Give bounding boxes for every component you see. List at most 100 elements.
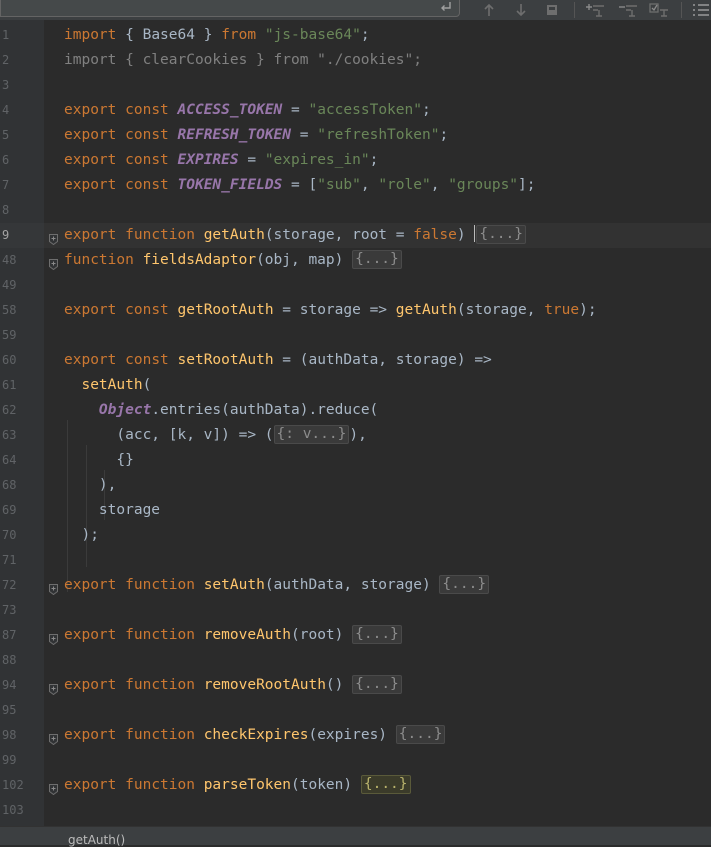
line-number: 61 [2, 378, 17, 392]
line-number: 5 [2, 128, 10, 142]
code-line[interactable]: 2 import { clearCookies } from "./cookies… [0, 48, 711, 73]
folded-region[interactable]: {...} [439, 575, 490, 594]
code-line[interactable]: 88 [0, 648, 711, 673]
code-text[interactable]: Object.entries(authData).reduce( [64, 398, 378, 423]
fold-plus-icon[interactable] [49, 255, 58, 271]
code-line[interactable]: 58 export const getRootAuth = storage => … [0, 298, 711, 323]
code-line[interactable]: 49 [0, 273, 711, 298]
search-box[interactable] [0, 0, 460, 17]
code-line[interactable]: 94 export function removeRootAuth() {...} [0, 673, 711, 698]
code-text[interactable]: (acc, [k, v]) => ({: v...}), [64, 423, 367, 448]
line-number: 58 [2, 303, 17, 317]
code-token: const [125, 127, 169, 143]
folded-region[interactable]: {...} [352, 675, 402, 694]
code-line[interactable]: 71 [0, 548, 711, 573]
code-text[interactable]: export function removeAuth(root) {...} [64, 623, 402, 648]
breadcrumb[interactable]: getAuth() [68, 833, 125, 847]
code-text[interactable]: ); [64, 523, 98, 548]
toolbar-separator [681, 2, 682, 18]
add-selection-icon[interactable] [584, 0, 606, 20]
code-token: = (authData, storage) => [273, 352, 492, 368]
code-text[interactable]: export const REFRESH_TOKEN = "refreshTok… [64, 123, 448, 148]
code-line[interactable]: 3 [0, 73, 711, 98]
code-line[interactable]: 95 [0, 698, 711, 723]
code-text[interactable]: export function getAuth(storage, root = … [64, 223, 526, 248]
fold-plus-icon[interactable] [49, 680, 58, 696]
code-line[interactable]: 5 export const REFRESH_TOKEN = "refreshTo… [0, 123, 711, 148]
line-number: 9 [0, 223, 44, 248]
enter-icon[interactable] [439, 0, 453, 18]
fold-plus-icon[interactable] [49, 580, 58, 596]
code-line[interactable]: 63 (acc, [k, v]) => ({: v...}), [0, 423, 711, 448]
code-line[interactable]: 68 ), [0, 473, 711, 498]
code-text[interactable]: export const EXPIRES = "expires_in"; [64, 148, 378, 173]
code-line[interactable]: 61 setAuth( [0, 373, 711, 398]
arrow-up-icon[interactable] [480, 0, 498, 20]
code-line[interactable]: 1 import { Base64 } from "js-base64"; [0, 23, 711, 48]
code-token: export [64, 127, 117, 143]
code-text[interactable]: export function setAuth(authData, storag… [64, 573, 490, 598]
code-line[interactable]: 64 {} [0, 448, 711, 473]
code-line[interactable]: 99 [0, 748, 711, 773]
folded-region[interactable]: {...} [360, 775, 411, 794]
code-line[interactable]: 60 export const setRootAuth = (authData, … [0, 348, 711, 373]
code-text[interactable]: ), [64, 473, 116, 498]
arrow-down-icon[interactable] [512, 0, 530, 20]
fold-plus-icon[interactable] [49, 630, 58, 646]
code-token: import [64, 27, 117, 43]
folded-region[interactable]: {...} [352, 625, 402, 644]
code-line[interactable]: 6 export const EXPIRES = "expires_in"; [0, 148, 711, 173]
code-line[interactable]: 103 [0, 798, 711, 823]
code-token: "sub" [317, 177, 361, 193]
fold-plus-icon[interactable] [49, 730, 58, 746]
code-token: export [64, 627, 117, 643]
code-text[interactable]: import { clearCookies } from "./cookies"… [64, 48, 422, 73]
filter-icon[interactable] [690, 0, 711, 20]
find-toolbar [0, 0, 711, 21]
code-line[interactable]: 7 export const TOKEN_FIELDS = ["sub", "ro… [0, 173, 711, 198]
code-editor[interactable]: 1 import { Base64 } from "js-base64"; 2 imp… [0, 20, 711, 826]
search-input[interactable] [5, 0, 425, 16]
code-line[interactable]: 102 export function parseToken(token) {..… [0, 773, 711, 798]
fold-plus-icon[interactable] [49, 230, 58, 246]
folded-region[interactable]: {...} [352, 250, 402, 269]
code-line[interactable]: 8 [0, 198, 711, 223]
fold-plus-icon[interactable] [49, 780, 58, 796]
folded-region[interactable]: {...} [395, 725, 446, 744]
code-text[interactable]: export const ACCESS_TOKEN = "accessToken… [64, 98, 431, 123]
code-line[interactable]: 62 Object.entries(authData).reduce( [0, 398, 711, 423]
code-token: const [125, 177, 169, 193]
code-line[interactable]: 87 export function removeAuth(root) {...} [0, 623, 711, 648]
select-all-occurrences-icon[interactable] [543, 0, 561, 20]
remove-selection-icon[interactable] [617, 0, 639, 20]
code-line[interactable]: 72 export function setAuth(authData, stor… [0, 573, 711, 598]
code-line[interactable]: 70 ); [0, 523, 711, 548]
code-line[interactable]: 9 export function getAuth(storage, root =… [0, 223, 711, 248]
code-token: removeRootAuth [203, 677, 326, 693]
code-text[interactable]: setAuth( [64, 373, 151, 398]
folded-region[interactable]: {...} [476, 225, 526, 244]
toggle-selection-icon[interactable] [648, 0, 670, 20]
code-text[interactable]: {} [64, 448, 133, 473]
code-text[interactable]: export const TOKEN_FIELDS = ["sub", "rol… [64, 173, 536, 198]
code-text[interactable]: function fieldsAdaptor(obj, map) {...} [64, 248, 402, 273]
code-text[interactable]: storage [64, 498, 160, 523]
code-text[interactable]: import { Base64 } from "js-base64"; [64, 23, 370, 48]
code-text[interactable]: export function removeRootAuth() {...} [64, 673, 402, 698]
code-text[interactable]: export const setRootAuth = (authData, st… [64, 348, 492, 373]
code-text[interactable]: export const getRootAuth = storage => ge… [64, 298, 597, 323]
code-token: ; [439, 127, 449, 143]
code-line[interactable]: 4 export const ACCESS_TOKEN = "accessToke… [0, 98, 711, 123]
line-number: 94 [2, 678, 17, 692]
code-text[interactable]: export function parseToken(token) {...} [64, 773, 411, 798]
code-line[interactable]: 73 [0, 598, 711, 623]
code-line[interactable]: 69 storage [0, 498, 711, 523]
code-line[interactable]: 98 export function checkExpires(expires) … [0, 723, 711, 748]
code-line[interactable]: 59 [0, 323, 711, 348]
folded-region[interactable]: {: v...} [273, 425, 350, 444]
code-line[interactable]: 48 function fieldsAdaptor(obj, map) {...} [0, 248, 711, 273]
code-text[interactable]: export function checkExpires(expires) {.… [64, 723, 446, 748]
